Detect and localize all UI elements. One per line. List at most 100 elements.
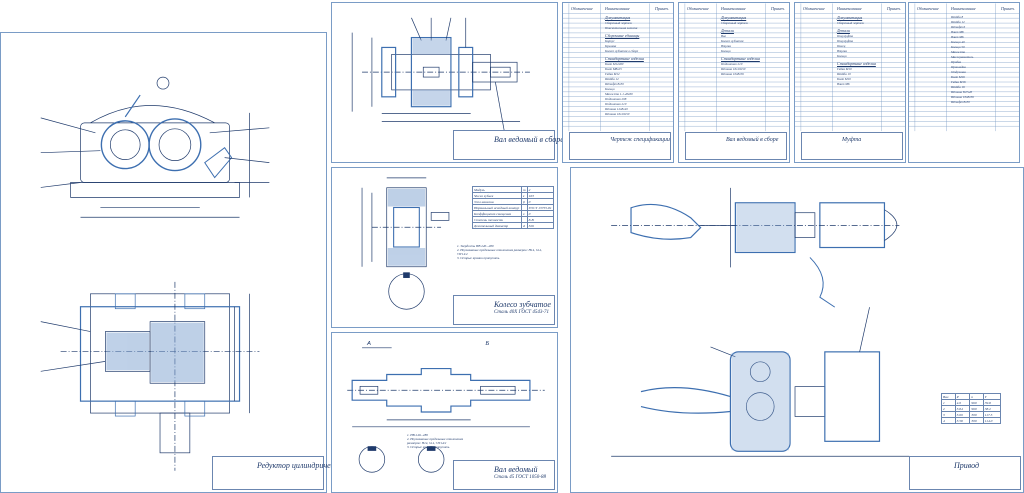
spec-column-header: Обозначение bbox=[687, 6, 709, 11]
spec-row-item: Шайба 12 bbox=[605, 77, 619, 81]
spec-section-title: Сборочные единицы bbox=[605, 33, 640, 38]
table-cell: 326 bbox=[526, 222, 555, 229]
spec-section-title: Стандартные изделия bbox=[605, 56, 644, 61]
spec-row-item: Шпонка 10x8x56 bbox=[721, 72, 744, 76]
drive-params-table: Вал Pn T 1 4.0 960 39.8 2 3.84 960 38.2 3 3.69 300 117… bbox=[941, 393, 1002, 424]
spec-row-item: Шпонка 12x8x40 bbox=[605, 107, 628, 111]
spec-section-title: Документация bbox=[837, 15, 863, 20]
title-block-shaft: Вал ведомый Сталь 45 ГОСТ 1050-88 bbox=[453, 460, 555, 490]
spec-row-item: Втулка bbox=[837, 49, 847, 53]
spec-row-item: Шпонка 16x10x50 bbox=[605, 112, 630, 116]
coupling-top bbox=[794, 212, 816, 238]
spec-title-block: Муфта bbox=[801, 132, 903, 160]
spec-row-item: Корпус bbox=[605, 39, 615, 43]
spec-row-item: Болт М10 bbox=[837, 77, 851, 81]
spec-row-item: Прокладка bbox=[951, 65, 966, 69]
spec-row-item: Крышка bbox=[605, 44, 617, 48]
spec-column-header: Обозначение bbox=[803, 6, 825, 11]
table-row: Делительный диаметр d 326 bbox=[472, 222, 555, 229]
motor-front bbox=[824, 351, 881, 442]
table-cell: 300 bbox=[969, 417, 984, 424]
spec-row-item: Штифт 6 bbox=[951, 25, 966, 29]
spec-row-item: Подшипник 210 bbox=[605, 102, 627, 106]
spec-row-item: Болт М8x25 bbox=[605, 67, 622, 71]
title-block-gear: Колесо зубчатое Сталь 40Х ГОСТ 4543-71 bbox=[453, 295, 555, 325]
spec-sheet: Обозначение Наименование Примеч. Документац… bbox=[678, 2, 790, 163]
bearing-cap-right bbox=[148, 118, 202, 172]
spec-title: Муфта bbox=[842, 137, 862, 143]
spec-row-item: Шайба 8 bbox=[951, 15, 964, 19]
spec-column-header: Наименование bbox=[721, 6, 746, 11]
table-cell: 3.58 bbox=[954, 417, 971, 424]
spec-row-item: Штифт 8x30 bbox=[951, 100, 970, 104]
spec-row-item: Маслоуказатель bbox=[951, 55, 974, 59]
spec-sheet: Обозначение Наименование Примеч. Документац… bbox=[562, 2, 674, 163]
spec-row-item: Подшипник 210 bbox=[721, 62, 743, 66]
housing-base bbox=[70, 182, 240, 198]
spec-row-item: Кольцо bbox=[605, 87, 615, 91]
spec-column-header: Обозначение bbox=[571, 6, 593, 11]
spec-column-header: Примеч. bbox=[655, 6, 670, 11]
spec-column-header: Наименование bbox=[837, 6, 862, 11]
note-line: 3. Острые кромки притупить bbox=[457, 256, 500, 260]
spec-row-item: Палец bbox=[837, 44, 846, 48]
title-block-assembly: Редуктор цилиндрический горизонтальный bbox=[212, 456, 404, 490]
spec-sheet: Обозначение Наименование Примеч. Документац… bbox=[794, 2, 906, 163]
sheet-title: Вал ведомый bbox=[494, 465, 538, 474]
spec-section-title: Документация bbox=[605, 15, 631, 20]
chain-guard bbox=[809, 257, 836, 308]
material-label: Сталь 45 ГОСТ 1050-88 bbox=[494, 475, 546, 480]
spec-column-header: Наименование bbox=[951, 6, 976, 11]
spec-row-item: Шайба 10 bbox=[837, 72, 851, 76]
spec-row-item: Болт М12x80 bbox=[605, 62, 624, 66]
section-a-label: А bbox=[366, 341, 371, 347]
spec-row-item: Болт М16 bbox=[951, 75, 965, 79]
spec-column-header: Наименование bbox=[605, 6, 630, 11]
spec-row-item: Винт М8 bbox=[951, 30, 964, 34]
spec-section-title: Документация bbox=[721, 15, 747, 20]
spec-row-item: Пояснительная записка bbox=[605, 26, 638, 30]
drive-drawing bbox=[611, 187, 910, 457]
shaft-notes: 1. HB 240...280 2. Неуказанные предельны… bbox=[407, 433, 477, 449]
oil-gauge bbox=[204, 147, 233, 179]
spec-row-item: Шпонка 16x10x50 bbox=[721, 67, 746, 71]
spec-row-item: Винт М6 bbox=[951, 35, 964, 39]
spec-row-item: Полумуфта bbox=[837, 39, 854, 43]
chain-sprocket-left bbox=[630, 203, 702, 240]
note-line: 2. Неуказанные предельные отклонения раз… bbox=[457, 248, 542, 256]
sheet-gear-wheel: Модуль m 2 Число зубьев z 163 Угол наклона β 0 Но… bbox=[331, 167, 558, 328]
spec-row-item: Кольцо bbox=[721, 49, 731, 53]
spec-row-item: Сборочный чертеж bbox=[721, 21, 749, 25]
spec-row-item: Манжета 1.1-40x60 bbox=[605, 92, 633, 96]
gear-notes: 1. Твердость HB 240...280 2. Неуказанные… bbox=[457, 244, 552, 260]
spec-row-item: Винт М6 bbox=[837, 82, 850, 86]
cover-outline bbox=[90, 105, 215, 124]
sheet-title: Привод bbox=[954, 461, 980, 470]
spec-section-title: Детали bbox=[837, 28, 850, 33]
motor-top bbox=[819, 202, 886, 249]
spec-row-item: Шайба 16 bbox=[951, 85, 965, 89]
spec-title: Чертеж спецификации bbox=[610, 137, 670, 143]
table-cell: Делительный диаметр bbox=[472, 222, 522, 229]
chain-drive-front bbox=[640, 387, 731, 398]
coupling-front bbox=[794, 386, 826, 417]
section-b-label: Б bbox=[485, 341, 489, 347]
note-line: 3. Острые кромки притупить bbox=[407, 445, 450, 449]
spec-row-item: Кольцо 50 bbox=[951, 45, 965, 49]
spec-row-item: Пробка bbox=[951, 60, 962, 64]
spec-sheet: Обозначение Наименование Примеч. Шайба 8 Шай… bbox=[908, 2, 1020, 163]
spec-row-item: Шайба 12 bbox=[951, 20, 965, 24]
spec-column-header: Обозначение bbox=[917, 6, 939, 11]
spec-column-header: Примеч. bbox=[1001, 6, 1016, 11]
sheet-shaft-assembly: Вал ведомый в сборе bbox=[331, 2, 564, 163]
lifting-eye bbox=[156, 76, 170, 90]
spec-row-item: Отдушина bbox=[951, 70, 966, 74]
material-label: Сталь 40Х ГОСТ 4543-71 bbox=[494, 310, 550, 315]
sheet-title: Колесо зубчатое bbox=[494, 300, 551, 309]
spec-row-item: Колесо зубчатое bbox=[721, 39, 744, 43]
spec-row-item: Колесо зубчатое в сборе bbox=[605, 49, 639, 53]
spec-section-title: Стандартные изделия bbox=[837, 61, 876, 66]
title-block-drive: Привод bbox=[909, 456, 1021, 490]
sheet-reducer-assembly: Редуктор цилиндрический горизонтальный bbox=[0, 32, 404, 493]
spec-row-item: Подшипник 208 bbox=[605, 97, 627, 101]
